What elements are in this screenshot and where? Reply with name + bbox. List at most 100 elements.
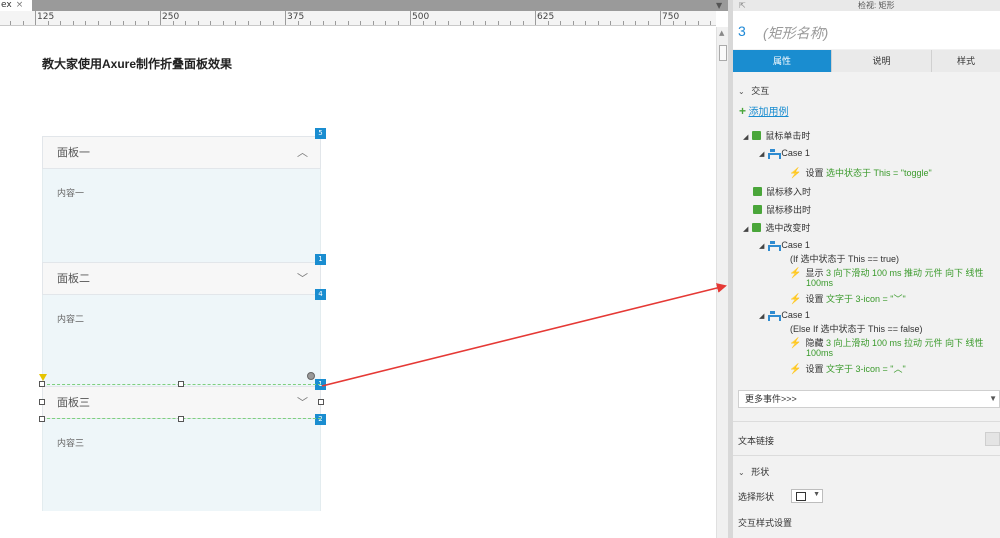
ruler-tick <box>523 21 524 25</box>
shape-section-header[interactable]: ⌄ 形状 <box>738 465 769 478</box>
event-click[interactable]: ◢ 鼠标单击时 <box>743 129 810 142</box>
page-title: 教大家使用Axure制作折叠面板效果 <box>42 57 233 71</box>
ruler-tick <box>485 21 486 25</box>
scroll-up-icon[interactable]: ▲ <box>719 29 724 37</box>
ruler-tick <box>160 11 161 25</box>
ruler-tick <box>110 21 111 25</box>
tab-properties[interactable]: 属性 <box>733 50 831 72</box>
lightning-icon: ⚡ <box>789 268 802 279</box>
shape-name-input[interactable]: (矩形名称) <box>763 23 828 43</box>
chevron-down-icon[interactable]: ﹀ <box>297 387 308 418</box>
event-icon <box>752 131 762 140</box>
scrollbar-thumb[interactable] <box>719 45 727 61</box>
panel-body-1: 内容一 <box>42 169 321 262</box>
resize-handle[interactable] <box>318 399 324 405</box>
tab-dropdown-icon[interactable]: ▼ <box>716 0 722 11</box>
design-canvas[interactable]: 教大家使用Axure制作折叠面板效果 面板一 ︿ 内容一 面板二 ﹀ 内容二 面… <box>0 27 716 538</box>
event-mouse-enter[interactable]: 鼠标移入时 <box>753 185 811 198</box>
chevron-up-icon[interactable]: ︿ <box>297 137 308 168</box>
ruler-tick <box>210 21 211 25</box>
canvas-scrollbar[interactable]: ▲ <box>716 27 728 538</box>
chevron-down-icon: ⌄ <box>738 87 745 96</box>
resize-handle[interactable] <box>178 381 184 387</box>
collapse-triangle-icon[interactable]: ◢ <box>759 313 764 320</box>
event-icon <box>752 223 762 232</box>
event-icon <box>753 205 762 214</box>
panel-header-2[interactable]: 面板二 ﹀ <box>42 262 321 295</box>
collapse-triangle-icon[interactable]: ◢ <box>743 226 748 233</box>
ruler-tick <box>73 21 74 25</box>
ruler-tick <box>185 21 186 25</box>
ruler-tick <box>448 21 449 25</box>
resize-handle[interactable] <box>39 416 45 422</box>
resize-handle[interactable] <box>39 381 45 387</box>
page-tab[interactable]: ex × <box>0 0 32 11</box>
panel-header-3[interactable]: 面板三 ﹀ <box>42 386 321 419</box>
shape-name-row[interactable]: 3 (矩形名称) <box>733 11 1000 49</box>
ruler-label: 250 <box>162 12 180 22</box>
ruler-tick <box>148 21 149 25</box>
lightning-icon: ⚡ <box>789 294 802 305</box>
divider <box>733 421 1000 422</box>
case-row[interactable]: ◢ Case 1 <box>759 240 810 251</box>
panel-header-label: 面板二 <box>57 272 90 285</box>
ruler-tick <box>23 21 24 25</box>
more-events-label: 更多事件>>> <box>745 394 797 404</box>
ruler-label: 125 <box>37 12 55 22</box>
case-row[interactable]: ◢ Case 1 <box>759 310 810 321</box>
panel-content: 内容三 <box>57 439 85 449</box>
ruler-label: 375 <box>287 12 305 22</box>
pin-icon[interactable]: ⇱ <box>739 0 746 11</box>
interaction-style-label[interactable]: 交互样式设置 <box>738 516 792 529</box>
case-label: Case 1 <box>781 310 810 320</box>
panel-header-1[interactable]: 面板一 ︿ <box>42 136 321 169</box>
ruler-tick <box>535 11 536 25</box>
case-label: Case 1 <box>781 240 810 250</box>
ruler-tick <box>35 11 36 25</box>
resize-handle[interactable] <box>39 399 45 405</box>
action-detail: 文字于 3-icon = "﹀" <box>825 294 906 304</box>
panel-body-3: 内容三 <box>42 419 321 511</box>
close-icon[interactable]: × <box>16 0 24 10</box>
tab-style[interactable]: 样式 <box>931 50 1000 72</box>
chevron-down-icon[interactable]: ﹀ <box>297 263 308 294</box>
action-detail: 选中状态于 This = "toggle" <box>825 168 932 178</box>
ruler-tick <box>460 21 461 25</box>
text-link-button[interactable] <box>985 432 1000 446</box>
widget-badge: 2 <box>315 414 326 425</box>
ruler-tick <box>98 21 99 25</box>
collapse-triangle-icon[interactable]: ◢ <box>743 134 748 141</box>
action-row[interactable]: ⚡ 设置 文字于 3-icon = "︿" <box>789 362 906 375</box>
ruler-tick <box>310 21 311 25</box>
ruler-label: 500 <box>412 12 430 22</box>
rotate-handle[interactable] <box>39 374 47 381</box>
action-row[interactable]: ⚡ 设置 选中状态于 This = "toggle" <box>789 166 932 179</box>
shape-section-label: 形状 <box>751 467 770 477</box>
ruler-tick <box>573 21 574 25</box>
ruler-tick <box>235 21 236 25</box>
shape-picker[interactable]: ▼ <box>791 489 823 503</box>
lightning-icon: ⚡ <box>789 364 802 375</box>
add-case-link[interactable]: + 添加用例 <box>739 103 789 118</box>
action-detail: 文字于 3-icon = "︿" <box>825 364 906 374</box>
divider <box>733 455 1000 456</box>
ruler-tick <box>385 21 386 25</box>
case-icon <box>768 149 782 159</box>
interaction-section-label: 交互 <box>751 86 770 96</box>
action-row[interactable]: ⚡ 设置 文字于 3-icon = "﹀" <box>789 292 906 305</box>
collapse-triangle-icon[interactable]: ◢ <box>759 243 764 250</box>
ruler-tick <box>560 21 561 25</box>
action-verb: 隐藏 <box>805 338 824 348</box>
case-row[interactable]: ◢ Case 1 <box>759 148 810 159</box>
collapse-triangle-icon[interactable]: ◢ <box>759 151 764 158</box>
resize-handle[interactable] <box>178 416 184 422</box>
ruler-tick <box>335 21 336 25</box>
ruler-tick <box>698 21 699 25</box>
interaction-section-header[interactable]: ⌄ 交互 <box>738 84 769 97</box>
event-selected-change[interactable]: ◢ 选中改变时 <box>743 221 810 234</box>
corner-radius-handle[interactable] <box>307 372 315 380</box>
tab-notes[interactable]: 说明 <box>831 50 931 72</box>
more-events-dropdown[interactable]: 更多事件>>> ▼ <box>738 390 1000 408</box>
event-mouse-leave[interactable]: 鼠标移出时 <box>753 203 811 216</box>
ruler-tick <box>510 21 511 25</box>
